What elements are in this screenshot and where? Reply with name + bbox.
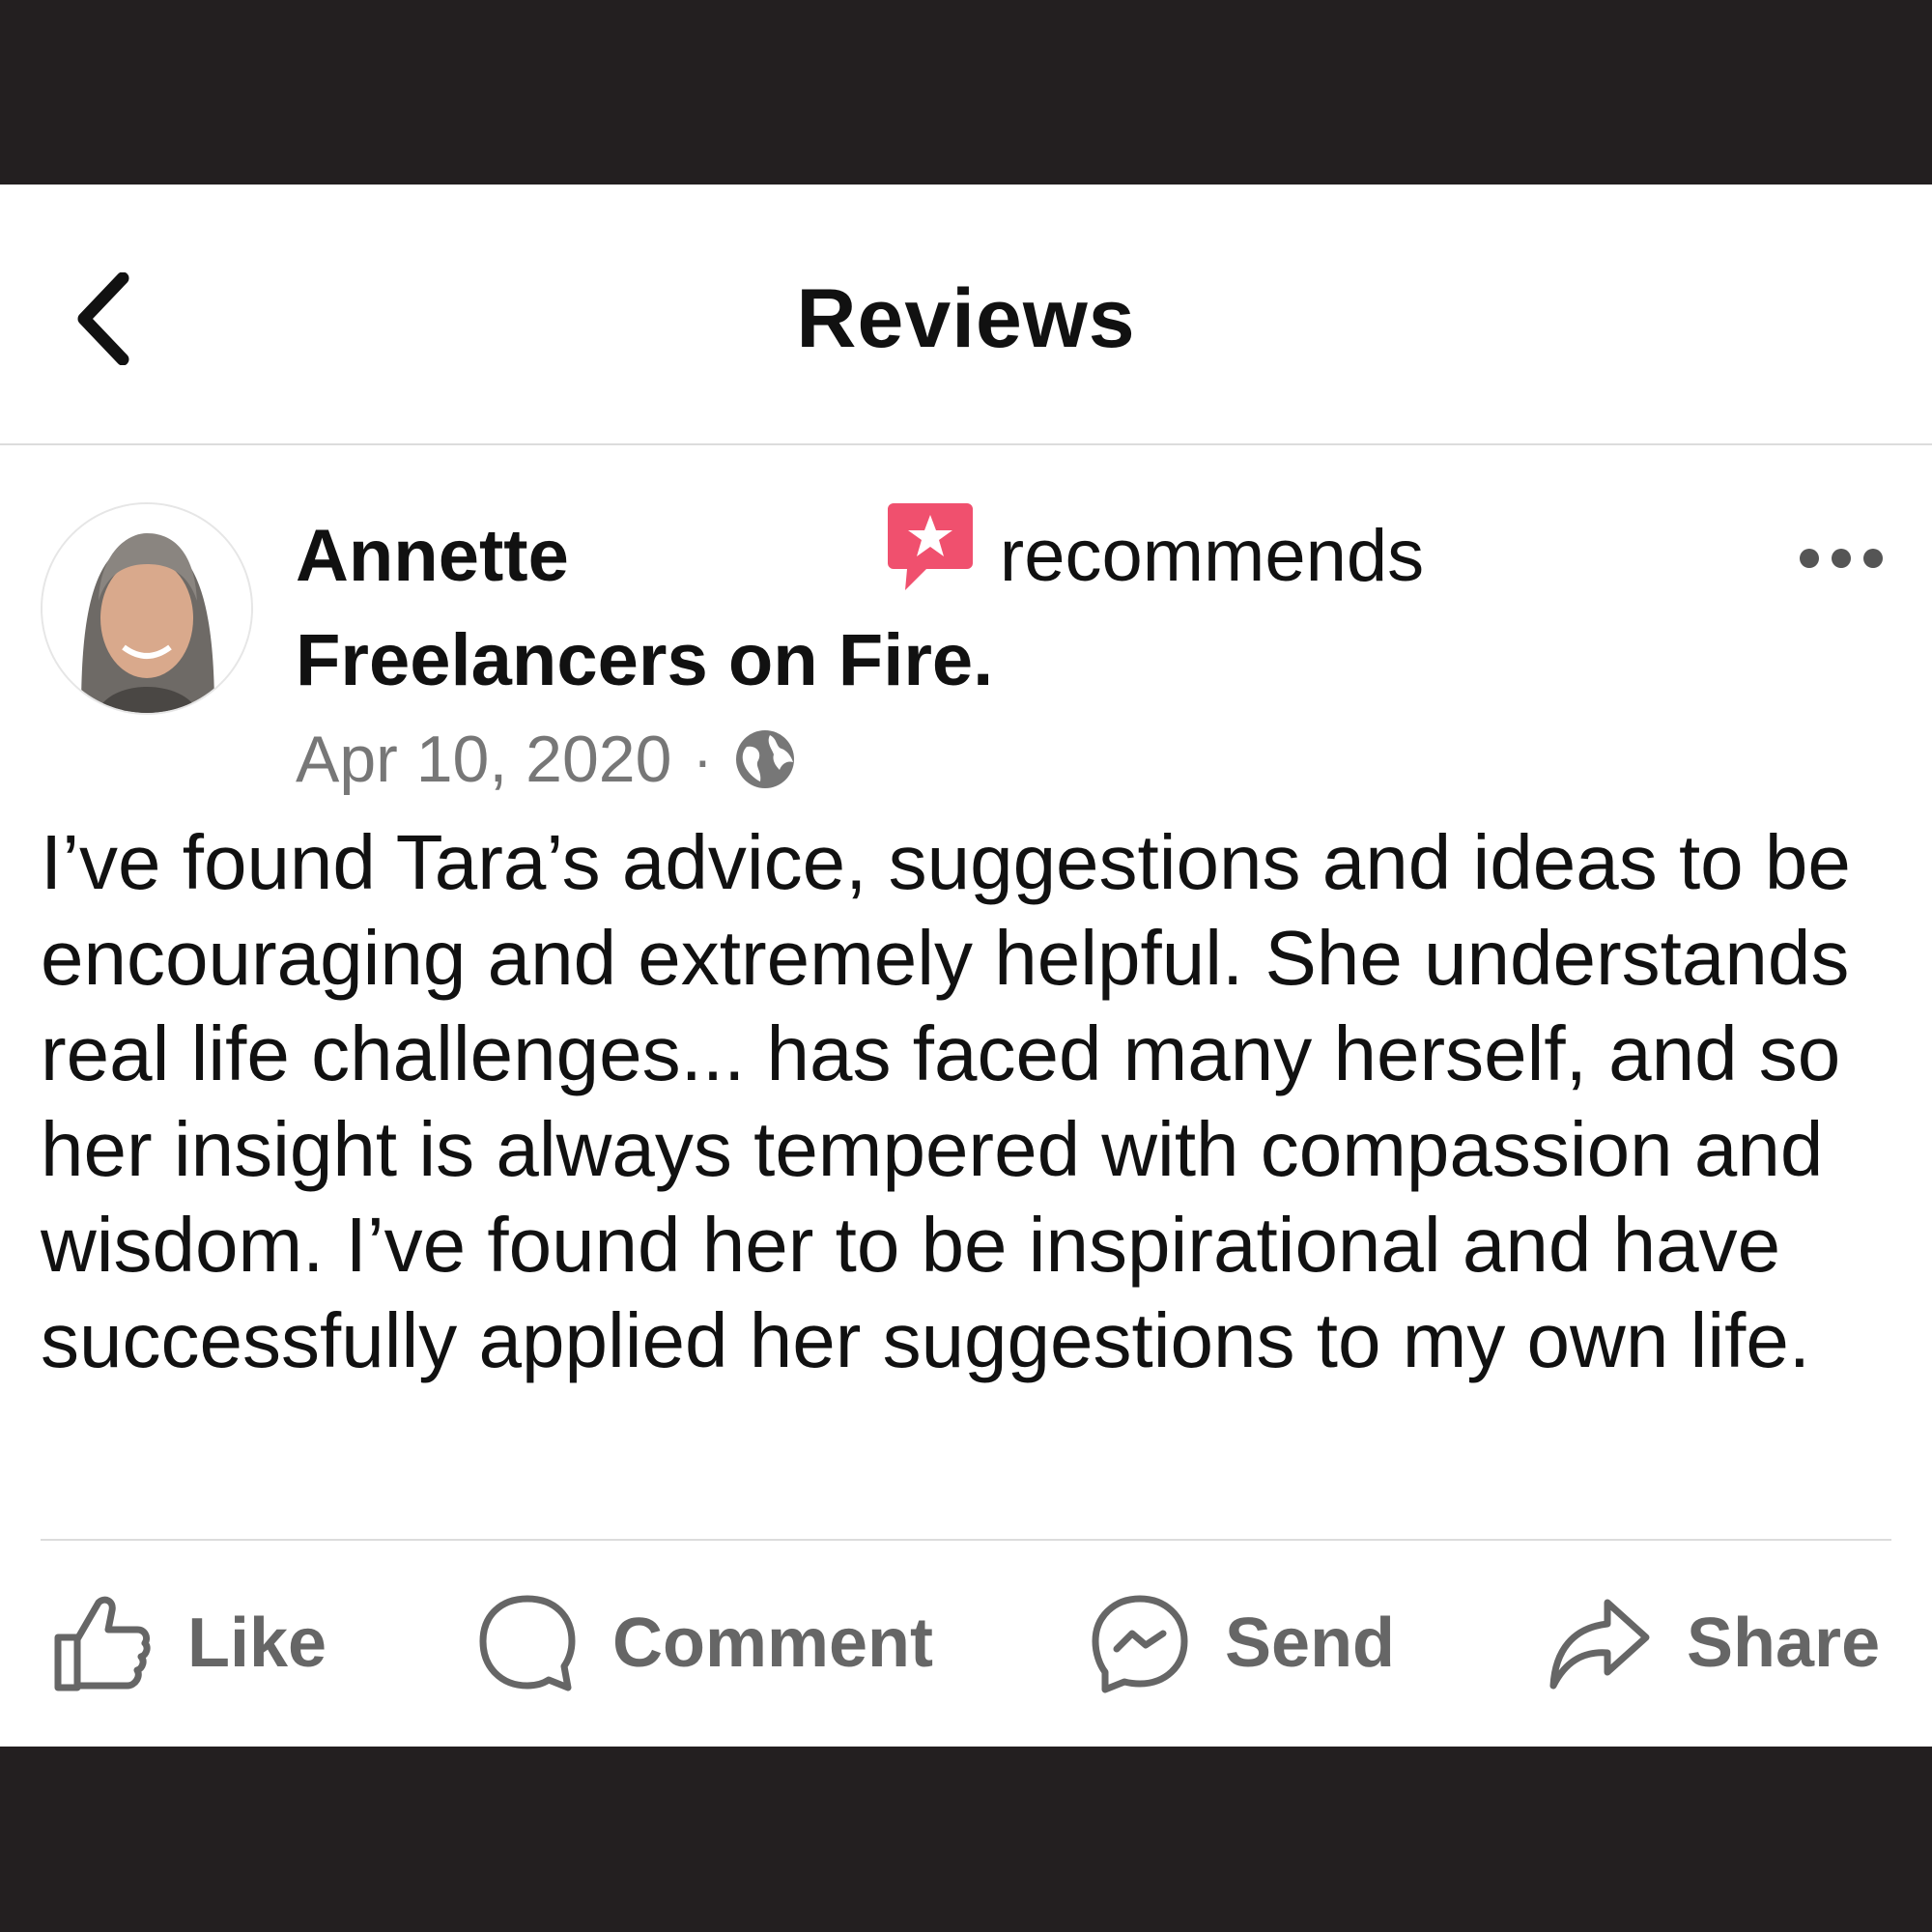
avatar[interactable] [41, 502, 253, 715]
page-title: Reviews [796, 272, 1136, 365]
like-label: Like [187, 1605, 327, 1682]
comment-label: Comment [612, 1605, 934, 1682]
post-header: Annette recommends Freelancers on Fire. [296, 503, 1648, 713]
comment-bubble-icon [479, 1595, 576, 1691]
header-bar: Reviews [0, 185, 1932, 445]
comment-button[interactable]: Comment [477, 1576, 933, 1711]
recommend-star-icon [887, 503, 973, 590]
thumbs-up-icon [54, 1596, 151, 1691]
send-label: Send [1225, 1605, 1396, 1682]
author-name[interactable]: Annette [296, 515, 569, 597]
messenger-icon [1092, 1595, 1188, 1693]
recommends-label: recommends [999, 515, 1425, 597]
action-bar: Like Comment Send Share [0, 1576, 1932, 1711]
post-meta: Apr 10, 2020 · [296, 721, 797, 798]
like-button[interactable]: Like [52, 1576, 327, 1711]
more-dots-icon [1800, 549, 1883, 568]
post-date[interactable]: Apr 10, 2020 [296, 722, 671, 797]
divider [41, 1539, 1891, 1541]
review-text: I’ve found Tara’s advice, suggestions an… [41, 819, 1851, 1383]
send-button[interactable]: Send [1090, 1576, 1395, 1711]
profile-photo [43, 504, 251, 713]
more-options-button[interactable] [1793, 525, 1889, 592]
page-name-link[interactable]: Freelancers on Fire. [296, 609, 1648, 713]
share-arrow-icon [1549, 1599, 1650, 1690]
redacted-area [569, 580, 859, 581]
globe-icon [736, 730, 795, 788]
share-label: Share [1687, 1605, 1881, 1682]
share-button[interactable]: Share [1548, 1576, 1880, 1711]
meta-separator: · [693, 726, 713, 792]
app-screen: Reviews Annette recommends Freelancers o… [0, 185, 1932, 1747]
